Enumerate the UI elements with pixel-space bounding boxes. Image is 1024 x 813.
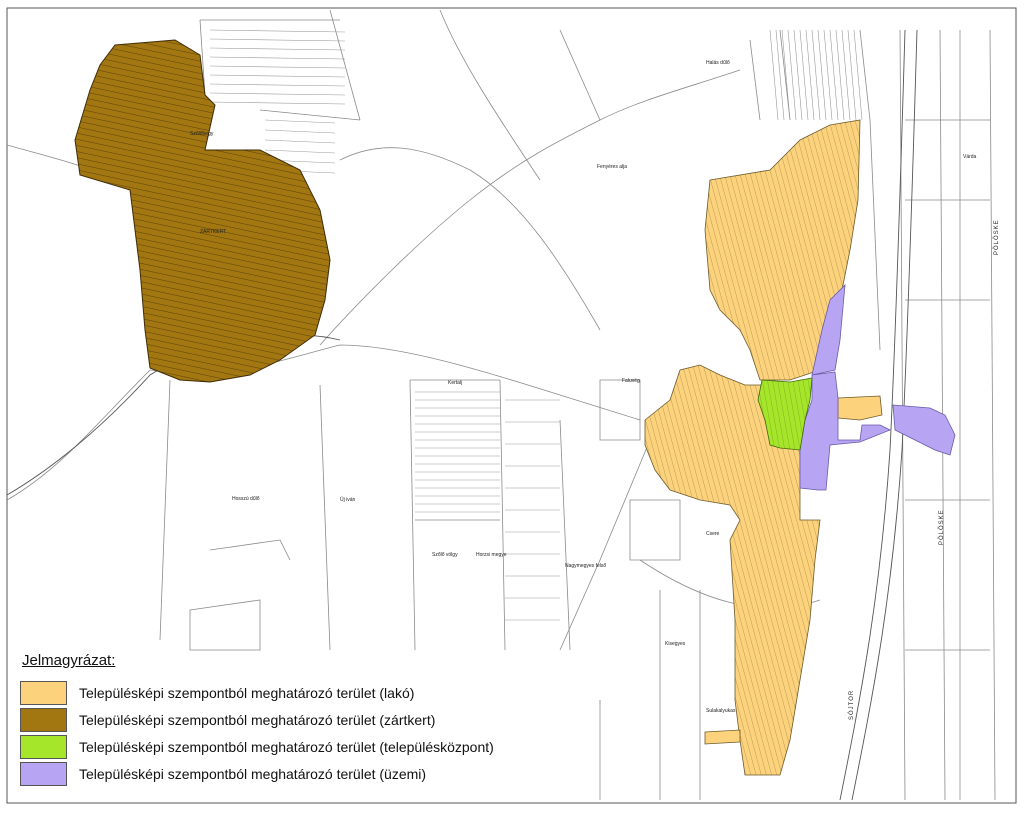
legend-label-telepuleskozpont: Településképi szempontból meghatározó te… [79,738,494,755]
legend-label-zartkert: Településképi szempontból meghatározó te… [79,711,436,728]
label-kertalj: Kertalj [448,380,462,386]
swatch-uzemi [20,761,67,786]
label-halas-dulo: Halás dűlő [706,60,730,66]
label-kisegyes: Kisegyes [665,641,686,647]
legend-item-telepuleskozpont: Településképi szempontból meghatározó te… [20,733,580,760]
legend: Jelmagyrázat: Településképi szempontból … [20,652,580,787]
label-uj-ivan: Új iván [340,496,356,503]
label-sojtor: SÓJTOR [848,690,855,720]
legend-title: Jelmagyrázat: [22,652,116,669]
label-szolohegy: Szőlőhegy [190,131,214,137]
legend-label-uzemi: Településképi szempontból meghatározó te… [79,765,427,782]
label-csere: Csere [706,531,720,537]
legend-item-lako: Településképi szempontból meghatározó te… [20,679,580,706]
label-poloske-top: PÖLÖSKE [993,219,1000,255]
label-fenyeres-alja: Fenyéres alja [597,164,627,170]
road-labels: PÖLÖSKE PÖLÖSKE SÓJTOR [848,219,1000,720]
swatch-lako [20,680,67,705]
label-faluveg: Faluvég [622,378,640,384]
label-horzsi-megye: Horzsi megye [476,552,507,558]
swatch-zartkert [20,707,67,732]
legend-label-lako: Településképi szempontból meghatározó te… [79,684,415,701]
label-varos: Várda [963,154,977,160]
swatch-telepuleskozpont [20,734,67,759]
label-hosszu-dulo: Hosszú dűlő [232,496,260,502]
label-nagymegyes-felso: Nagymegyes felső [565,563,606,569]
legend-item-uzemi: Településképi szempontból meghatározó te… [20,760,580,787]
label-poloske-bottom: PÖLÖSKE [938,509,945,545]
label-sulakalyukas: Sulakalyukas [706,708,736,714]
legend-item-zartkert: Településképi szempontból meghatározó te… [20,706,580,733]
zartkert-hatching [75,40,330,382]
label-szollo-volgy: Szőlő völgy [432,552,458,558]
label-zartkert: ZÁRTKERT [200,228,226,235]
